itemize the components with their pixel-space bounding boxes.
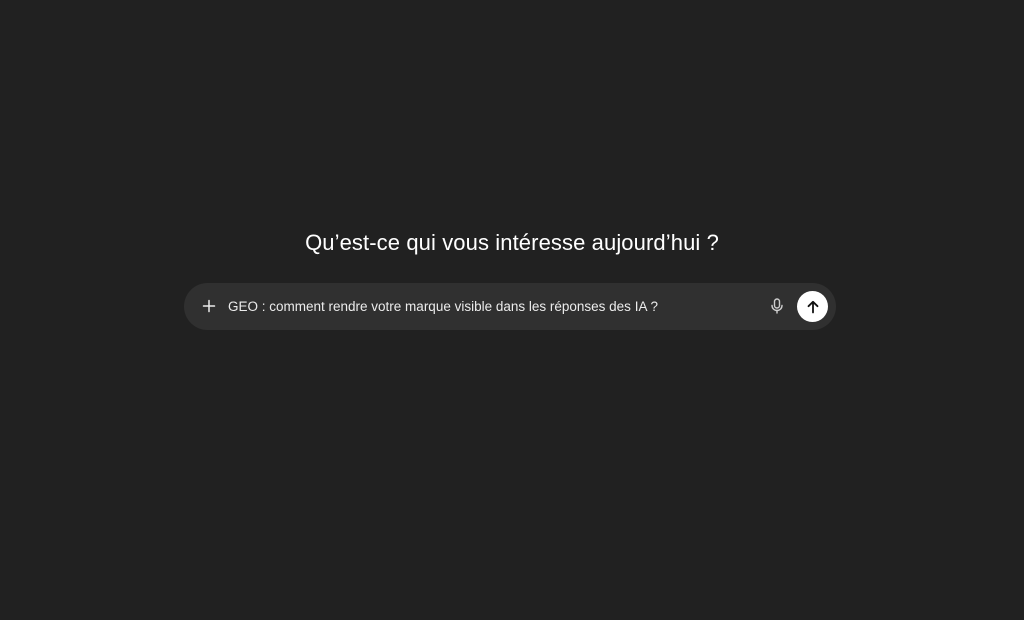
plus-icon bbox=[202, 299, 216, 313]
page-title: Qu’est-ce qui vous intéresse aujourd’hui… bbox=[305, 229, 719, 255]
prompt-composer[interactable]: GEO : comment rendre votre marque visibl… bbox=[184, 283, 836, 330]
arrow-up-icon bbox=[806, 300, 820, 314]
add-attachment-button[interactable] bbox=[197, 294, 221, 318]
prompt-input[interactable]: GEO : comment rendre votre marque visibl… bbox=[228, 283, 748, 330]
voice-input-button[interactable] bbox=[766, 295, 788, 317]
chat-home-page: Qu’est-ce qui vous intéresse aujourd’hui… bbox=[0, 0, 1024, 620]
send-button[interactable] bbox=[797, 291, 828, 322]
microphone-icon bbox=[770, 298, 784, 314]
